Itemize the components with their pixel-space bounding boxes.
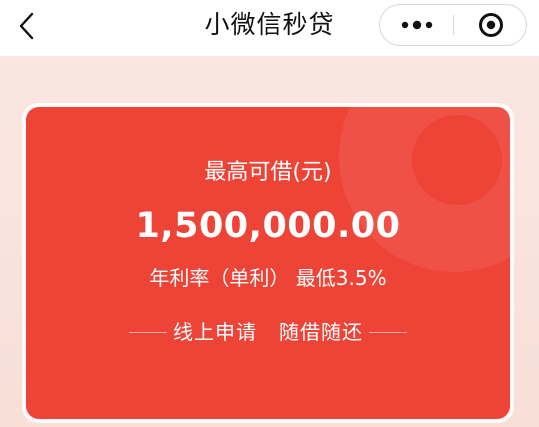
mini-program-capsule [379, 4, 527, 46]
target-circle-icon [478, 13, 503, 37]
more-button[interactable] [380, 5, 453, 45]
slogan-divider-right [369, 331, 408, 333]
loan-page: 小微信秒贷 最高可借(元) 1,500,000.00 年利率（单利） 最低3.5… [0, 0, 539, 427]
slogan-divider-left [128, 331, 167, 333]
more-dots-icon [401, 20, 432, 30]
interest-rate-text: 年利率（单利） 最低3.5% [149, 266, 387, 290]
limit-amount: 1,500,000.00 [135, 206, 401, 246]
limit-label: 最高可借(元) [204, 160, 332, 185]
close-button[interactable] [454, 5, 527, 45]
slogan-text: 线上申请 随借随还 [172, 320, 364, 344]
loan-card[interactable]: 最高可借(元) 1,500,000.00 年利率（单利） 最低3.5% 线上申请… [26, 107, 510, 419]
slogan-row: 线上申请 随借随还 [26, 317, 510, 347]
nav-bar: 小微信秒贷 [0, 0, 539, 56]
